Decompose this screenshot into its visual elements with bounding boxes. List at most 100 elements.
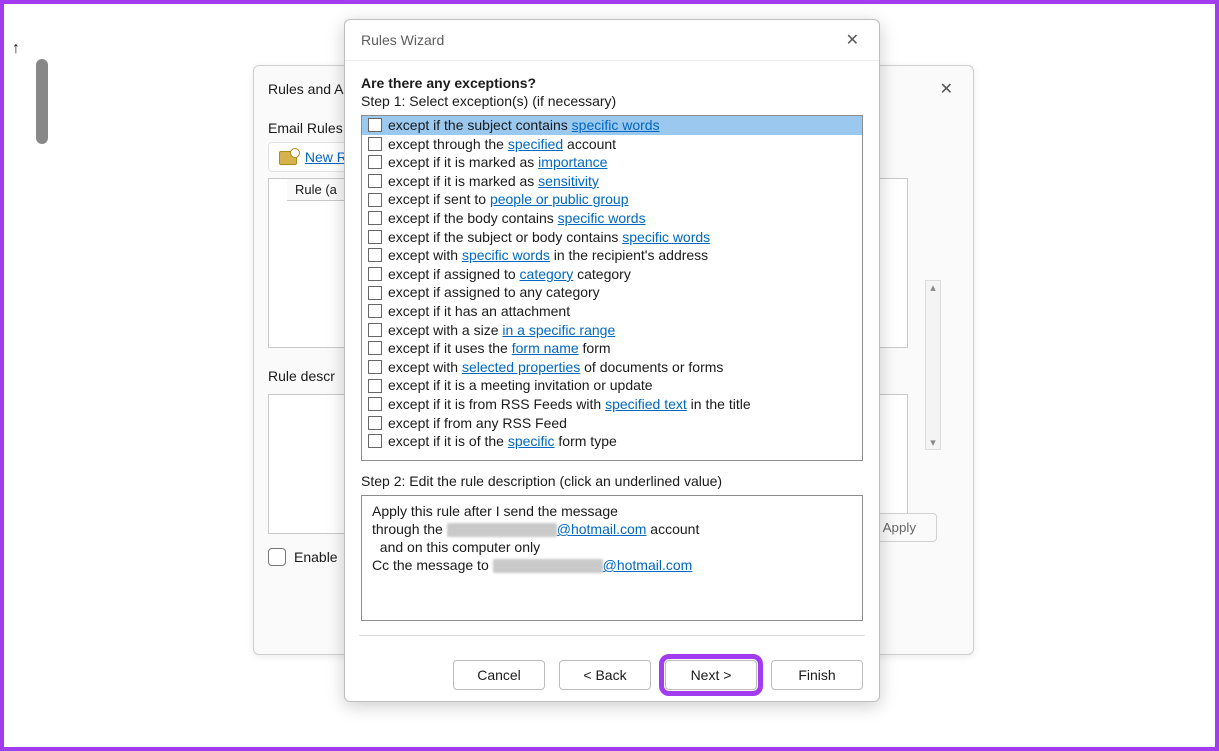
exception-row[interactable]: except with specific words in the recipi… — [362, 246, 862, 265]
exception-text: except if the subject or body contains s… — [388, 228, 710, 247]
left-gutter: ↑ — [12, 40, 27, 320]
exception-text: except if it has an attachment — [388, 302, 570, 321]
exception-checkbox[interactable] — [368, 379, 382, 393]
redacted-recipient: xxxxxxxxxxx — [493, 559, 603, 573]
exception-checkbox[interactable] — [368, 248, 382, 262]
account-link[interactable]: @hotmail.com — [557, 521, 647, 537]
exception-text: except if it uses the form name form — [388, 339, 611, 358]
exception-text: except if sent to people or public group — [388, 190, 629, 209]
exception-link[interactable]: specific words — [622, 229, 710, 245]
exception-row[interactable]: except if assigned to category category — [362, 265, 862, 284]
exception-checkbox[interactable] — [368, 416, 382, 430]
exception-checkbox[interactable] — [368, 174, 382, 188]
exception-link[interactable]: specific words — [558, 210, 646, 226]
exception-checkbox[interactable] — [368, 118, 382, 132]
scrollbar-thumb[interactable] — [36, 59, 48, 144]
exception-text: except if from any RSS Feed — [388, 414, 567, 433]
exception-link[interactable]: specific — [508, 433, 555, 449]
exception-text: except with a size in a specific range — [388, 321, 615, 340]
back-dialog-title: Rules and A — [268, 81, 344, 97]
desc-line-1: Apply this rule after I send the message — [372, 502, 852, 520]
wizard-question: Are there any exceptions? — [361, 75, 863, 91]
exception-checkbox[interactable] — [368, 211, 382, 225]
exception-link[interactable]: specified — [508, 136, 563, 152]
exception-row[interactable]: except if the subject contains specific … — [362, 116, 862, 135]
exception-checkbox[interactable] — [368, 155, 382, 169]
exception-checkbox[interactable] — [368, 397, 382, 411]
exception-row[interactable]: except if the subject or body contains s… — [362, 228, 862, 247]
exception-checkbox[interactable] — [368, 137, 382, 151]
exception-text: except if assigned to any category — [388, 283, 600, 302]
exception-text: except if it is marked as importance — [388, 153, 607, 172]
exception-text: except if the subject contains specific … — [388, 116, 660, 135]
enable-checkbox[interactable] — [268, 548, 286, 566]
wizard-title: Rules Wizard — [361, 32, 444, 48]
exception-checkbox[interactable] — [368, 230, 382, 244]
step1-label: Step 1: Select exception(s) (if necessar… — [361, 93, 863, 109]
exception-row[interactable]: except if from any RSS Feed — [362, 414, 862, 433]
desc-line-2: through the xxxxxxxxxxx@hotmail.com acco… — [372, 520, 852, 538]
up-arrow-icon: ↑ — [12, 40, 27, 58]
exception-row[interactable]: except if it is a meeting invitation or … — [362, 376, 862, 395]
divider — [359, 635, 865, 636]
close-icon[interactable]: ✕ — [840, 28, 865, 52]
rules-wizard-dialog: Rules Wizard ✕ Are there any exceptions?… — [344, 19, 880, 702]
exception-link[interactable]: specified text — [605, 396, 687, 412]
exception-row[interactable]: except if sent to people or public group — [362, 190, 862, 209]
desc-line-4: Cc the message to xxxxxxxxxxx@hotmail.co… — [372, 556, 852, 574]
exception-text: except through the specified account — [388, 135, 616, 154]
exceptions-list[interactable]: except if the subject contains specific … — [361, 115, 863, 461]
exception-row[interactable]: except with a size in a specific range — [362, 321, 862, 340]
close-icon[interactable]: ✕ — [934, 77, 959, 101]
exception-link[interactable]: sensitivity — [538, 173, 599, 189]
rule-description-editor[interactable]: Apply this rule after I send the message… — [361, 495, 863, 621]
exception-row[interactable]: except through the specified account — [362, 135, 862, 154]
rules-list-scrollbar[interactable]: ▴▾ — [925, 280, 941, 450]
exception-link[interactable]: in a specific range — [502, 322, 615, 338]
exception-row[interactable]: except if it uses the form name form — [362, 339, 862, 358]
new-rule-icon — [279, 151, 297, 165]
exception-link[interactable]: people or public group — [490, 191, 629, 207]
exception-checkbox[interactable] — [368, 341, 382, 355]
finish-button[interactable]: Finish — [771, 660, 863, 690]
exception-text: except if it is a meeting invitation or … — [388, 376, 653, 395]
exception-row[interactable]: except if it has an attachment — [362, 302, 862, 321]
cancel-button[interactable]: Cancel — [453, 660, 545, 690]
exception-text: except if it is of the specific form typ… — [388, 432, 617, 451]
exception-link[interactable]: specific words — [572, 117, 660, 133]
exception-row[interactable]: except if assigned to any category — [362, 283, 862, 302]
exception-checkbox[interactable] — [368, 304, 382, 318]
exception-checkbox[interactable] — [368, 267, 382, 281]
exception-checkbox[interactable] — [368, 434, 382, 448]
exception-link[interactable]: specific words — [462, 247, 550, 263]
exception-text: except if it is marked as sensitivity — [388, 172, 599, 191]
step2-label: Step 2: Edit the rule description (click… — [361, 473, 863, 489]
exception-text: except with specific words in the recipi… — [388, 246, 708, 265]
exception-checkbox[interactable] — [368, 193, 382, 207]
exception-checkbox[interactable] — [368, 286, 382, 300]
wizard-button-row: Cancel < Back Next > Finish — [345, 646, 879, 704]
exception-row[interactable]: except if it is marked as sensitivity — [362, 172, 862, 191]
exception-row[interactable]: except if it is of the specific form typ… — [362, 432, 862, 451]
exception-text: except if the body contains specific wor… — [388, 209, 646, 228]
desc-line-3: and on this computer only — [372, 538, 852, 556]
next-button[interactable]: Next > — [665, 660, 757, 690]
exception-text: except if it is from RSS Feeds with spec… — [388, 395, 751, 414]
exception-text: except with selected properties of docum… — [388, 358, 723, 377]
enable-label: Enable — [294, 549, 338, 565]
redacted-account: xxxxxxxxxxx — [447, 523, 557, 537]
new-rule-label: New R — [305, 149, 347, 165]
exception-row[interactable]: except if it is from RSS Feeds with spec… — [362, 395, 862, 414]
exception-row[interactable]: except with selected properties of docum… — [362, 358, 862, 377]
exception-link[interactable]: importance — [538, 154, 607, 170]
exception-row[interactable]: except if it is marked as importance — [362, 153, 862, 172]
exception-checkbox[interactable] — [368, 360, 382, 374]
exception-checkbox[interactable] — [368, 323, 382, 337]
exception-row[interactable]: except if the body contains specific wor… — [362, 209, 862, 228]
exception-link[interactable]: category — [520, 266, 574, 282]
back-button[interactable]: < Back — [559, 660, 651, 690]
exception-text: except if assigned to category category — [388, 265, 631, 284]
exception-link[interactable]: form name — [512, 340, 579, 356]
cc-link[interactable]: @hotmail.com — [603, 557, 693, 573]
exception-link[interactable]: selected properties — [462, 359, 580, 375]
